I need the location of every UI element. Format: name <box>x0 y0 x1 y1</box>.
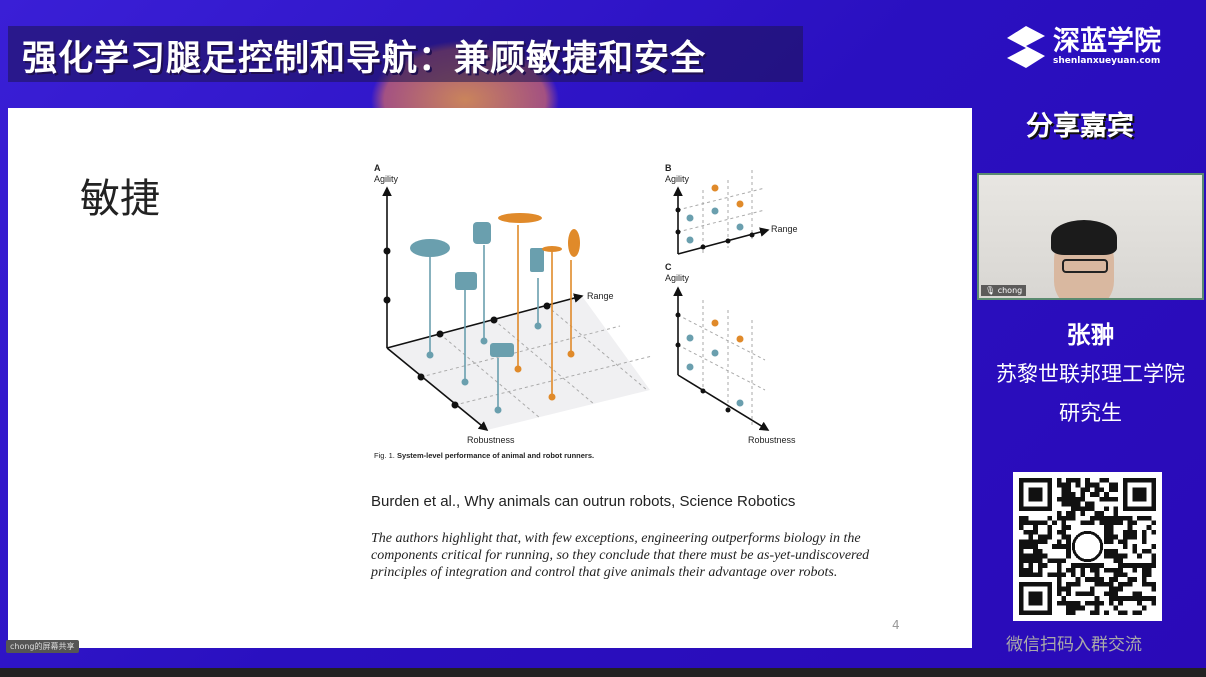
robot-silhouette <box>410 239 450 257</box>
qr-code <box>1013 472 1162 621</box>
animal-point <box>736 200 744 208</box>
glasses <box>1062 259 1108 273</box>
robot-point <box>686 236 694 244</box>
robot-point <box>494 406 502 414</box>
mic-icon: 🎙 <box>985 286 996 295</box>
qr-caption: 微信扫码入群交流 <box>1006 635 1142 655</box>
axis-label-agility-a: Agility <box>374 174 399 184</box>
runner-silhouette <box>568 229 580 257</box>
figure: A Agility Range Robustness B Agility Ran… <box>374 163 798 460</box>
page-title: 强化学习腿足控制和导航：兼顾敏捷和安全 <box>22 39 707 79</box>
animal-point <box>711 319 719 327</box>
figure-caption: Fig. 1. System-level performance of anim… <box>374 451 594 460</box>
brand-logo: 深蓝学院 shenlanxueyuan.com <box>1005 24 1161 70</box>
citation: Burden et al., Why animals can outrun ro… <box>371 493 796 510</box>
logo-icon <box>1007 26 1045 68</box>
robot-point <box>480 337 488 345</box>
page-number: 4 <box>892 618 900 632</box>
guest-name: 张翀 <box>1066 321 1115 349</box>
panel-label-a: A <box>374 163 381 173</box>
quote: The authors highlight that, with few exc… <box>371 531 870 580</box>
animal-point <box>548 393 556 401</box>
screen-share-label: chong的屏幕共享 <box>6 640 79 653</box>
panel-label-b: B <box>665 163 672 173</box>
robot-silhouette <box>530 248 544 272</box>
panel-label-c: C <box>665 262 672 272</box>
robot-point <box>426 351 434 359</box>
hair <box>1051 220 1117 255</box>
section-title: 分享嘉宾 <box>1026 111 1134 142</box>
animal-point <box>711 184 719 192</box>
brand-url: shenlanxueyuan.com <box>1053 56 1161 66</box>
webcam-name: chong <box>997 286 1023 295</box>
slide-heading: 敏捷 <box>80 176 160 222</box>
animal-point <box>736 335 744 343</box>
qr-code-pattern <box>1019 478 1156 615</box>
axis-label-agility-b: Agility <box>665 174 690 184</box>
guest-role: 研究生 <box>1059 401 1122 425</box>
axis-label-range-b: Range <box>771 224 798 234</box>
axis-label-agility-c: Agility <box>665 273 690 283</box>
axis-label-range-a: Range <box>587 291 614 301</box>
axis-label-robustness-c: Robustness <box>748 435 796 445</box>
slide: 敏捷 A Agility Range Robustness B Agility … <box>8 108 972 648</box>
animal-point <box>567 350 575 358</box>
lizard-silhouette <box>542 246 562 252</box>
robot-point <box>534 322 542 330</box>
robot-silhouette <box>455 272 477 290</box>
robot-point <box>686 363 694 371</box>
robot-point <box>711 207 719 215</box>
robot-point <box>711 349 719 357</box>
axis-label-robustness-a: Robustness <box>467 435 515 445</box>
webcam-label: 🎙 chong <box>981 285 1027 296</box>
robot-silhouette <box>473 222 491 244</box>
robot-point <box>686 214 694 222</box>
webcam-video: 🎙 chong <box>977 173 1204 300</box>
robot-point <box>686 334 694 342</box>
robot-point <box>736 223 744 231</box>
guest-affiliation: 苏黎世联邦理工学院 <box>996 362 1185 386</box>
robot-point <box>461 378 469 386</box>
robot-point <box>736 399 744 407</box>
robot-silhouette <box>490 343 514 357</box>
cheetah-silhouette <box>498 213 542 223</box>
brand-name: 深蓝学院 <box>1053 26 1161 57</box>
animal-point <box>514 365 522 373</box>
bottom-bar <box>0 668 1206 677</box>
